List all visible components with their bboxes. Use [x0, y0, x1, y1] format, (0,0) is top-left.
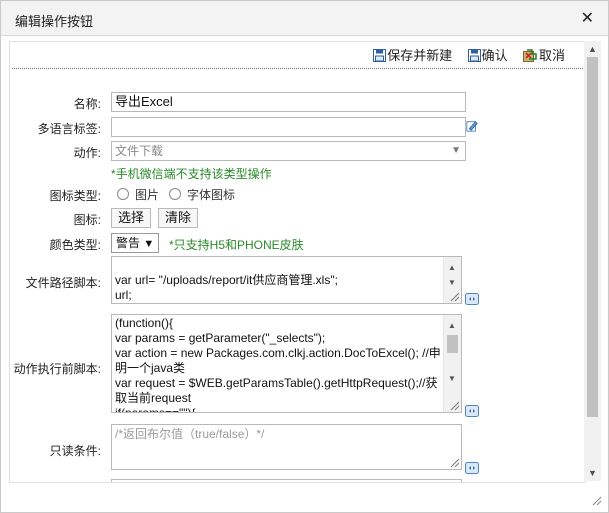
action-label: 动作: — [73, 146, 101, 160]
pre-action-text: (function(){ var params = getParameter("… — [115, 316, 441, 413]
radio-image-label: 图片 — [135, 188, 160, 202]
radio-font-icon-label: 字体图标 — [187, 188, 236, 202]
expand-editor-icon[interactable] — [465, 293, 479, 305]
action-select[interactable]: 文件下载 ▼ — [111, 141, 466, 161]
cancel-icon — [522, 49, 537, 62]
toolbar-divider — [12, 68, 583, 69]
chevron-down-icon: ▼ — [451, 145, 461, 156]
resize-grip-icon[interactable] — [450, 401, 460, 411]
icon-label: 图标: — [73, 213, 101, 227]
name-label: 名称: — [73, 97, 101, 111]
name-input[interactable]: 导出Excel — [111, 92, 466, 112]
close-icon[interactable]: ✕ — [581, 8, 594, 28]
save-and-new-label: 保存并新建 — [387, 48, 453, 63]
scroll-down-icon[interactable]: ▼ — [588, 468, 597, 478]
confirm-label: 确认 — [481, 48, 508, 63]
edit-icon[interactable] — [465, 120, 479, 132]
confirm-button[interactable]: 确认 — [467, 45, 508, 64]
filepath-text: var url= "/uploads/report/it供应商管理.xls"; … — [115, 273, 338, 302]
color-label: 颜色类型: — [49, 238, 101, 252]
filepath-textarea[interactable]: var url= "/uploads/report/it供应商管理.xls"; … — [111, 256, 462, 304]
icon-clear-button[interactable]: 清除 — [158, 208, 199, 228]
dialog-titlebar: 编辑操作按钮 ✕ — [1, 1, 608, 36]
toolbar: 保存并新建 确认 取消 — [361, 45, 565, 65]
color-hint: *只支持H5和PHONE皮肤 — [169, 238, 304, 252]
pre-action-label: 动作执行前脚本: — [13, 362, 101, 376]
scroll-thumb[interactable] — [447, 335, 458, 353]
next-field-partial — [111, 479, 462, 482]
pre-action-textarea[interactable]: (function(){ var params = getParameter("… — [111, 314, 462, 413]
radio-image[interactable]: 图片 — [117, 186, 159, 203]
cancel-button[interactable]: 取消 — [522, 45, 565, 64]
scroll-up-icon[interactable]: ▲ — [588, 44, 597, 54]
i18n-label: 多语言标签: — [37, 122, 101, 136]
action-hint: *手机微信端不支持该类型操作 — [111, 167, 272, 181]
readonly-placeholder: /*返回布尔值（true/false）*/ — [115, 427, 265, 441]
readonly-textarea[interactable]: /*返回布尔值（true/false）*/ — [111, 424, 462, 470]
resize-grip-icon[interactable] — [450, 458, 460, 468]
expand-editor-icon[interactable] — [465, 462, 479, 474]
textarea-scrollbar[interactable]: ▲ ▼ — [443, 315, 461, 412]
expand-editor-icon[interactable] — [465, 405, 479, 417]
action-select-value: 文件下载 — [115, 144, 164, 158]
icon-type-label: 图标类型: — [49, 189, 101, 203]
resize-grip-icon[interactable] — [450, 292, 460, 302]
chevron-down-icon: ▼ — [143, 238, 155, 250]
dialog-content: 保存并新建 确认 取消 名称: 导出Excel 多语言标签: 动作: 文件下载 — [9, 41, 586, 483]
save-icon — [467, 49, 481, 62]
scroll-down-icon[interactable]: ▼ — [448, 371, 456, 386]
edit-action-button-dialog: 编辑操作按钮 ✕ 保存并新建 确认 取消 名称: 导出Excel 多语言标签: — [0, 0, 609, 513]
panel-scrollbar[interactable]: ▲ ▼ — [584, 41, 601, 481]
radio-circle[interactable] — [117, 188, 129, 200]
radio-font-icon[interactable]: 字体图标 — [169, 186, 235, 203]
scroll-up-icon[interactable]: ▲ — [448, 318, 456, 333]
icon-select-button[interactable]: 选择 — [111, 208, 152, 228]
readonly-label: 只读条件: — [49, 444, 101, 458]
panel-scroll-thumb[interactable] — [587, 57, 598, 417]
i18n-input[interactable] — [111, 117, 466, 137]
filepath-label: 文件路径脚本: — [25, 276, 101, 290]
scroll-down-icon[interactable]: ▼ — [448, 275, 456, 290]
save-icon — [373, 49, 387, 62]
dialog-title: 编辑操作按钮 — [15, 14, 94, 29]
save-and-new-button[interactable]: 保存并新建 — [373, 45, 452, 64]
color-select-value: 警告 — [116, 236, 141, 250]
color-select[interactable]: 警告 ▼ — [111, 233, 160, 253]
dialog-resize-grip-icon[interactable] — [592, 496, 602, 506]
scroll-up-icon[interactable]: ▲ — [448, 260, 456, 275]
cancel-label: 取消 — [538, 48, 565, 63]
radio-circle[interactable] — [169, 188, 181, 200]
